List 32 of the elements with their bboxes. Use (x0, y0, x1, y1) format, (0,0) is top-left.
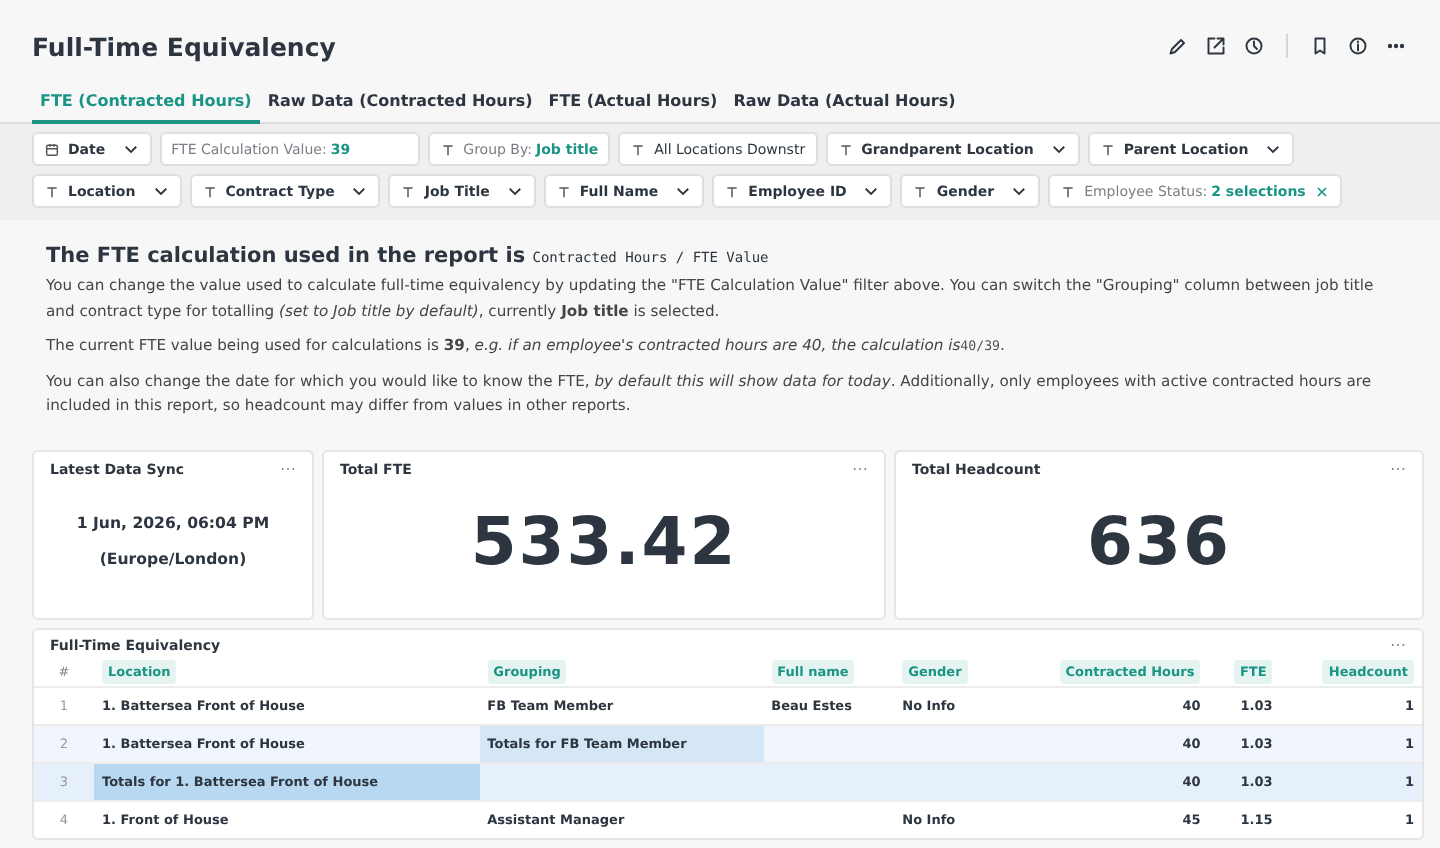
clock-icon[interactable] (1242, 34, 1266, 58)
report-tab[interactable]: Raw Data (Contracted Hours) (259, 84, 541, 124)
metric-value: 636 (1087, 502, 1231, 580)
report-tab[interactable]: Raw Data (Actual Hours) (725, 84, 964, 124)
text-type-icon (912, 183, 929, 199)
text-type-icon (837, 141, 854, 157)
report-tab[interactable]: FTE (Actual Hours) (540, 84, 726, 124)
caret-icon (121, 140, 140, 158)
pencil-icon[interactable] (1166, 34, 1190, 58)
text-type-icon (1099, 141, 1116, 157)
caret-icon (1264, 140, 1283, 158)
caret-icon (674, 182, 693, 200)
text-type-icon (724, 183, 741, 199)
clear-icon[interactable] (1313, 183, 1330, 199)
caret-icon (505, 182, 524, 200)
page-title: Full-Time Equivalency (32, 31, 336, 61)
calendar-icon (44, 141, 60, 157)
text-type-icon (555, 183, 572, 199)
text-type-icon (439, 141, 456, 157)
text-type-icon (400, 183, 417, 199)
share-icon[interactable] (1204, 34, 1228, 58)
text-type-icon (201, 183, 218, 199)
text-type-icon (44, 183, 60, 199)
text-type-icon (1060, 183, 1077, 199)
caret-icon (862, 182, 881, 200)
text-type-icon (630, 141, 647, 157)
metric-value: 533.42 (470, 502, 738, 580)
info-icon[interactable] (1346, 34, 1370, 58)
caret-icon (1049, 140, 1068, 158)
caret-icon (151, 182, 170, 200)
caret-icon (350, 182, 369, 200)
caret-icon (1010, 182, 1029, 200)
